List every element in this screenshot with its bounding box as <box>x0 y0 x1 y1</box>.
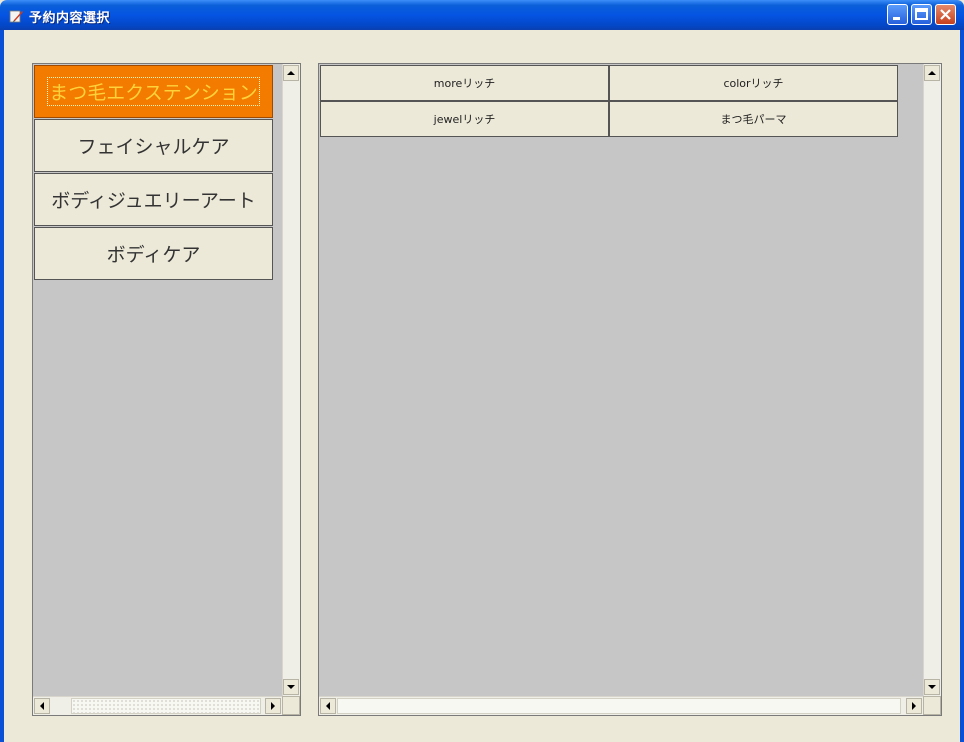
arrow-down-icon <box>928 685 936 689</box>
minimize-icon <box>893 17 900 20</box>
menu-label: まつ毛パーマ <box>720 113 787 126</box>
arrow-down-icon <box>287 685 295 689</box>
menu-item-eyelash-perm[interactable]: まつ毛パーマ <box>609 101 898 137</box>
scroll-right-button[interactable] <box>265 698 281 714</box>
scroll-right-button[interactable] <box>906 698 922 714</box>
menu-item-color-rich[interactable]: colorリッチ <box>609 65 898 101</box>
close-button[interactable] <box>935 4 956 25</box>
menu-label: jewelリッチ <box>433 113 496 126</box>
scroll-down-button[interactable] <box>924 679 940 695</box>
category-item-body-care[interactable]: ボディケア <box>34 227 273 280</box>
close-icon <box>940 9 951 20</box>
minimize-button[interactable] <box>887 4 908 25</box>
arrow-up-icon <box>287 71 295 75</box>
arrow-left-icon <box>40 702 44 710</box>
maximize-icon <box>915 8 928 20</box>
scroll-left-button[interactable] <box>34 698 50 714</box>
maximize-button[interactable] <box>911 4 932 25</box>
category-label: ボディジュエリーアート <box>51 190 256 212</box>
app-icon[interactable] <box>8 8 24 24</box>
scroll-thumb[interactable] <box>337 698 901 714</box>
category-vertical-scrollbar[interactable] <box>282 64 300 696</box>
menu-item-more-rich[interactable]: moreリッチ <box>320 65 609 101</box>
category-item-body-jewelry-art[interactable]: ボディジュエリーアート <box>34 173 273 226</box>
menu-label: moreリッチ <box>433 77 496 90</box>
window-border-right <box>960 30 964 742</box>
category-label: フェイシャルケア <box>77 136 230 158</box>
scrollbar-corner <box>923 696 941 715</box>
arrow-right-icon <box>271 702 275 710</box>
category-label: まつ毛エクステンション <box>47 77 260 106</box>
menu-label: colorリッチ <box>723 77 784 90</box>
window-title: 予約内容選択 <box>29 11 111 26</box>
category-label: ボディケア <box>106 244 201 266</box>
menu-grid: moreリッチ colorリッチ jewelリッチ まつ毛パーマ <box>318 63 942 716</box>
scroll-left-button[interactable] <box>320 698 336 714</box>
arrow-right-icon <box>912 702 916 710</box>
arrow-up-icon <box>928 71 936 75</box>
category-list: まつ毛エクステンション フェイシャルケア ボディジュエリーアート ボディケア <box>32 63 301 716</box>
menu-item-jewel-rich[interactable]: jewelリッチ <box>320 101 609 137</box>
category-horizontal-scrollbar[interactable] <box>33 696 282 715</box>
scroll-up-button[interactable] <box>924 65 940 81</box>
arrow-left-icon <box>326 702 330 710</box>
category-item-eyelash-extension[interactable]: まつ毛エクステンション <box>34 65 273 118</box>
scroll-up-button[interactable] <box>283 65 299 81</box>
window-border-left <box>0 30 4 742</box>
scroll-down-button[interactable] <box>283 679 299 695</box>
scrollbar-corner <box>282 696 300 715</box>
menu-horizontal-scrollbar[interactable] <box>319 696 923 715</box>
menu-vertical-scrollbar[interactable] <box>923 64 941 696</box>
category-item-facial-care[interactable]: フェイシャルケア <box>34 119 273 172</box>
scroll-thumb[interactable] <box>71 698 261 714</box>
title-bar[interactable]: 予約内容選択 <box>0 0 964 30</box>
